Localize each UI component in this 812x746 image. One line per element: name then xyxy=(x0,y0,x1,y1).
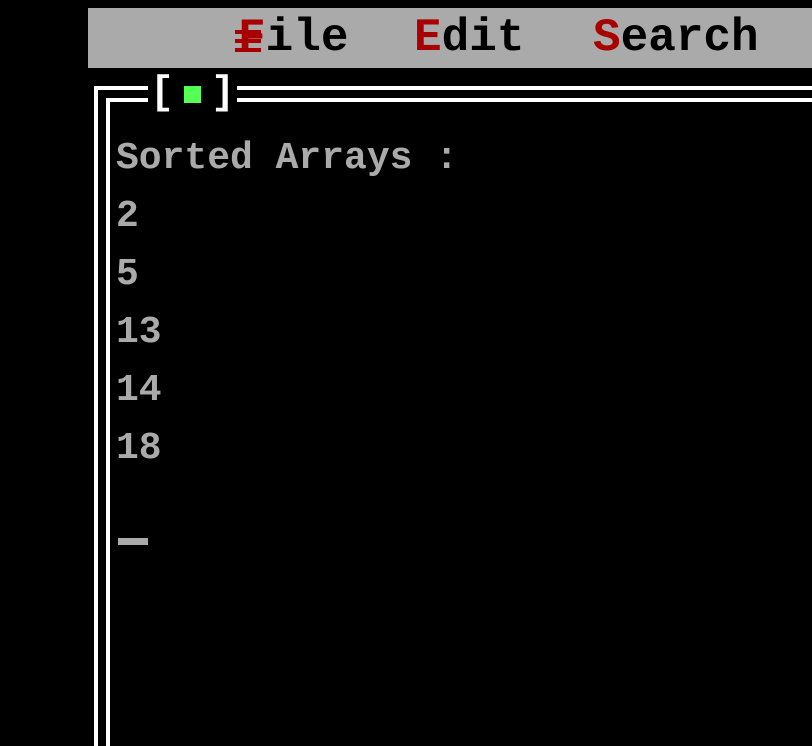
output-line: 14 xyxy=(116,369,162,412)
menu-file-hotkey: F xyxy=(238,12,266,64)
menu-edit-hotkey: E xyxy=(414,12,442,64)
output-line: 18 xyxy=(116,427,162,470)
close-bracket-right: ] xyxy=(211,71,236,116)
output-line: 13 xyxy=(116,311,162,354)
console-output: Sorted Arrays : 2 5 13 14 18 xyxy=(116,130,806,478)
menu-file-label: ile xyxy=(265,12,349,64)
menu-edit-label: dit xyxy=(441,12,525,64)
text-cursor xyxy=(118,538,148,545)
menu-search-hotkey: S xyxy=(593,12,621,64)
output-line: 5 xyxy=(116,253,139,296)
menu-edit[interactable]: Edit xyxy=(414,8,524,68)
close-bracket-left: [ xyxy=(150,71,175,116)
menu-search-label: earch xyxy=(620,12,759,64)
dos-screen: File Edit Search [ ] Sorted Arrays : 2 5… xyxy=(0,0,812,746)
menu-file[interactable]: File xyxy=(238,8,348,68)
menu-search[interactable]: Search xyxy=(593,8,759,68)
close-box-icon xyxy=(184,85,202,103)
frame-left-inner xyxy=(106,98,110,746)
output-line: 2 xyxy=(116,195,139,238)
close-box[interactable]: [ ] xyxy=(148,71,238,116)
frame-left-outer xyxy=(94,86,98,746)
menu-bar: File Edit Search xyxy=(88,8,812,68)
output-heading: Sorted Arrays : xyxy=(116,137,459,180)
